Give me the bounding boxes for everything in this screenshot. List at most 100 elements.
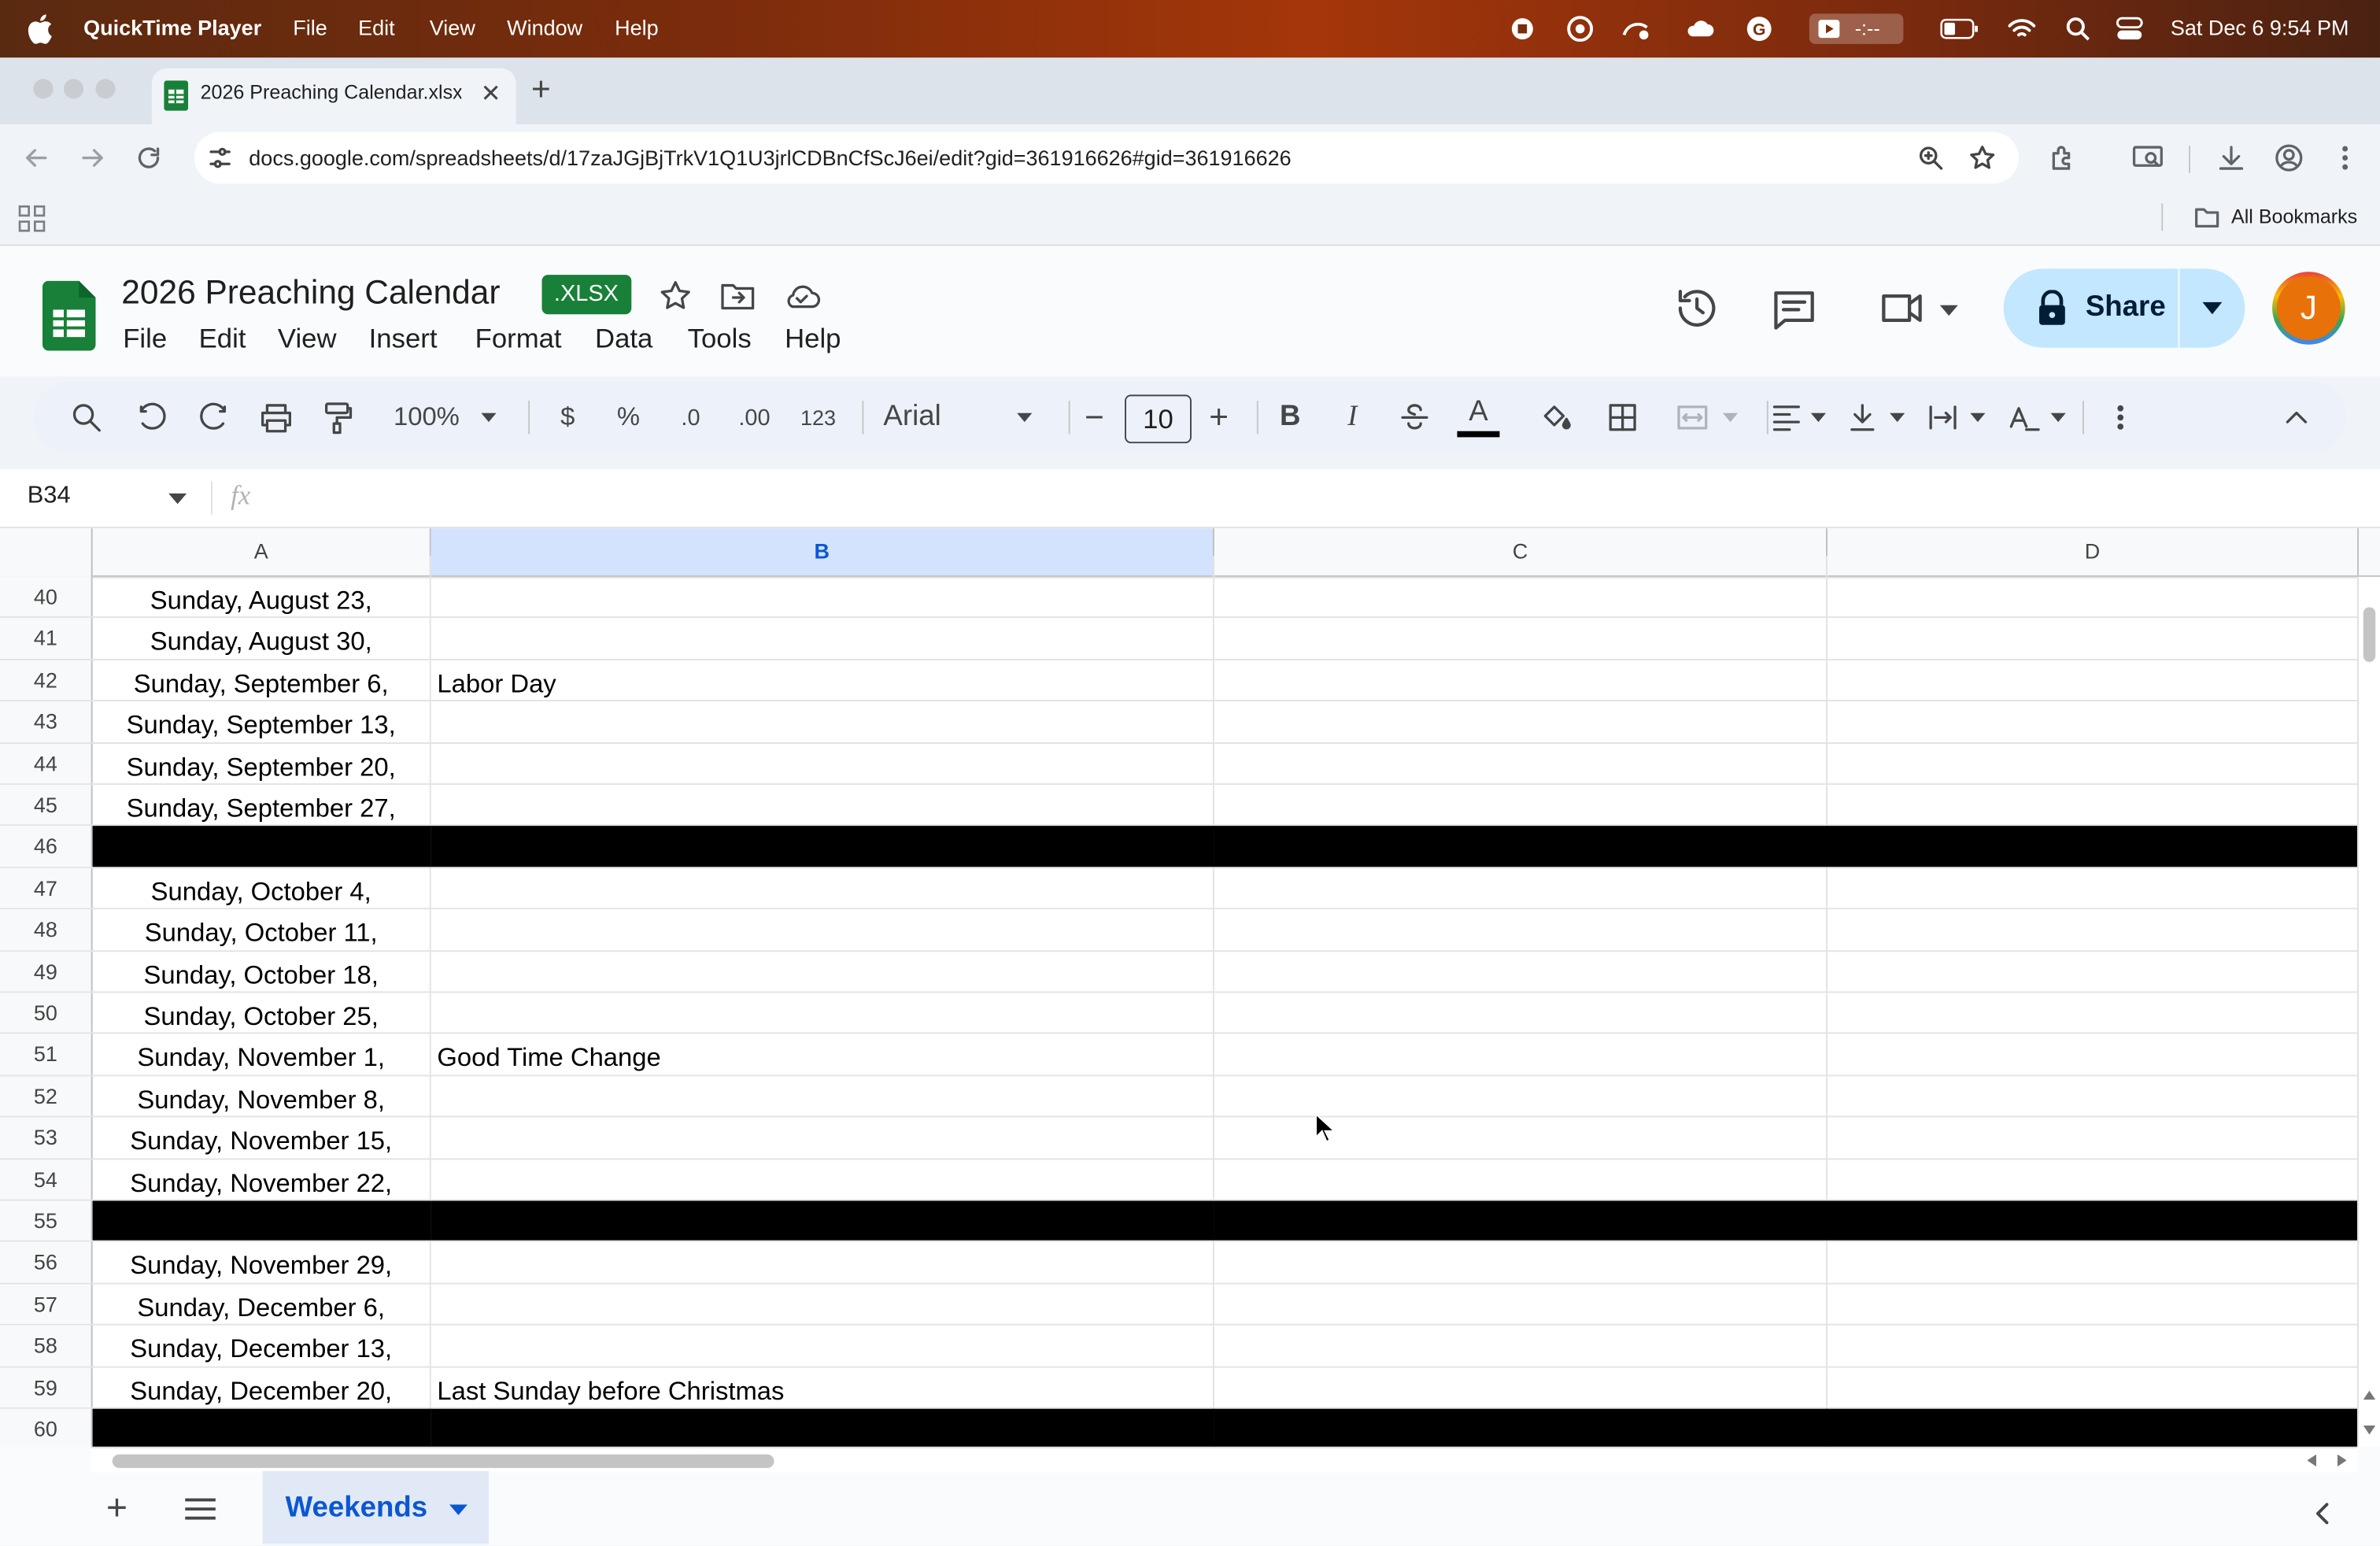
cell-d[interactable] xyxy=(1828,1160,2357,1200)
font-size-input[interactable]: 10 xyxy=(1125,394,1192,444)
cell-c[interactable] xyxy=(1214,1075,1828,1116)
back-icon[interactable] xyxy=(23,144,50,172)
cell-c[interactable] xyxy=(1214,867,1828,908)
cell-b[interactable] xyxy=(431,951,1214,992)
spotlight-icon[interactable] xyxy=(2063,13,2094,44)
row-number[interactable]: 40 xyxy=(0,576,93,617)
bold-button[interactable]: B xyxy=(1270,381,1310,454)
scroll-down-icon[interactable] xyxy=(2363,1425,2376,1435)
grammarly-icon[interactable]: G xyxy=(1744,13,1775,44)
text-rotation-icon[interactable] xyxy=(2001,381,2046,454)
version-history-icon[interactable] xyxy=(1674,286,1720,331)
sheet-tab-dropdown-icon[interactable] xyxy=(449,1504,468,1515)
formula-input[interactable] xyxy=(288,484,2352,515)
cell-c[interactable] xyxy=(1214,576,1828,617)
meet-dropdown-icon[interactable] xyxy=(1939,305,1958,317)
menu-data[interactable]: Data xyxy=(595,324,652,355)
cell-d[interactable] xyxy=(1827,826,2358,867)
all-bookmarks-link[interactable]: All Bookmarks xyxy=(2231,205,2357,227)
redo-icon[interactable] xyxy=(191,381,237,454)
row-number[interactable]: 47 xyxy=(0,867,93,908)
menubar-app-name[interactable]: QuickTime Player xyxy=(83,15,261,39)
apps-grid-icon[interactable] xyxy=(18,205,46,232)
cell-d[interactable] xyxy=(1828,1367,2357,1407)
wifi-icon[interactable] xyxy=(2007,13,2038,44)
download-icon[interactable] xyxy=(2216,142,2247,173)
cell-c[interactable] xyxy=(1214,1159,1828,1200)
window-close-button[interactable] xyxy=(33,79,54,99)
row-number[interactable]: 48 xyxy=(0,909,93,950)
decrease-font-size-button[interactable]: − xyxy=(1077,381,1111,454)
borders-icon[interactable] xyxy=(1600,381,1646,454)
cell-b[interactable] xyxy=(431,909,1214,950)
menu-insert[interactable]: Insert xyxy=(369,324,438,355)
menu-edit[interactable]: Edit xyxy=(199,324,246,355)
cell-a[interactable] xyxy=(93,555,431,577)
row-number[interactable] xyxy=(0,555,93,577)
cell-b[interactable] xyxy=(431,1242,1214,1283)
browser-tab-active[interactable]: 2026 Preaching Calendar.xlsx ✕ xyxy=(151,68,516,125)
cell-d[interactable] xyxy=(1828,1242,2357,1282)
horizontal-scrollbar-thumb[interactable] xyxy=(112,1454,774,1468)
profile-icon[interactable] xyxy=(2274,142,2304,173)
window-zoom-button[interactable] xyxy=(95,79,116,99)
text-color-button[interactable]: A xyxy=(1454,381,1503,454)
cell-a[interactable]: Sunday, November 29, xyxy=(93,1242,431,1283)
meet-icon[interactable] xyxy=(1879,288,1925,327)
cell-c[interactable] xyxy=(1214,1326,1828,1366)
cell-d[interactable] xyxy=(1828,1326,2357,1366)
wrap-dropdown-icon[interactable] xyxy=(1963,381,1994,454)
cell-b[interactable] xyxy=(431,576,1214,617)
cell-d[interactable] xyxy=(1827,1200,2358,1241)
cell-b[interactable] xyxy=(431,743,1214,784)
font-family-select[interactable]: Arial xyxy=(883,381,1020,454)
cloud-saved-icon[interactable] xyxy=(782,281,821,312)
merge-dropdown-icon[interactable] xyxy=(1715,381,1746,454)
cell-a[interactable]: Sunday, August 30, xyxy=(93,618,431,659)
row-number[interactable]: 43 xyxy=(0,701,93,742)
forward-icon[interactable] xyxy=(79,144,106,172)
window-minimize-button[interactable] xyxy=(63,79,84,99)
cell-a[interactable]: Sunday, October 11, xyxy=(93,909,431,950)
cell-d[interactable] xyxy=(1828,743,2357,783)
cell-d[interactable] xyxy=(1828,1076,2357,1116)
cell-b[interactable] xyxy=(431,867,1214,908)
cell-c[interactable] xyxy=(1214,1034,1828,1075)
currency-format-button[interactable]: $ xyxy=(546,381,589,454)
cell-c[interactable] xyxy=(1214,951,1828,992)
star-icon[interactable] xyxy=(659,279,692,313)
cell-b[interactable] xyxy=(431,555,1214,577)
cell-a[interactable]: Sunday, October 4, xyxy=(93,867,431,908)
row-number[interactable]: 46 xyxy=(0,826,93,867)
rotation-dropdown-icon[interactable] xyxy=(2043,381,2074,454)
reload-icon[interactable] xyxy=(135,144,163,172)
cell-c[interactable] xyxy=(1214,1117,1828,1158)
paint-format-icon[interactable] xyxy=(316,381,361,454)
screen-record-icon[interactable] xyxy=(1507,13,1538,44)
cell-b[interactable] xyxy=(431,1075,1214,1116)
cell-a[interactable]: Sunday, December 20, xyxy=(93,1367,431,1407)
scroll-left-icon[interactable] xyxy=(2307,1454,2316,1466)
percent-format-button[interactable]: % xyxy=(607,381,649,454)
text-wrapping-icon[interactable] xyxy=(1920,381,1966,454)
row-number[interactable]: 52 xyxy=(0,1075,93,1116)
cell-c[interactable] xyxy=(1214,785,1828,825)
battery-icon[interactable] xyxy=(1940,13,1979,44)
row-number[interactable]: 41 xyxy=(0,618,93,659)
vertical-scrollbar[interactable] xyxy=(2357,576,2380,1447)
comments-icon[interactable] xyxy=(1772,288,1817,331)
cell-b[interactable]: Last Sunday before Christmas xyxy=(431,1367,1214,1407)
control-center-icon[interactable] xyxy=(2114,13,2145,44)
row-number[interactable]: 54 xyxy=(0,1159,93,1200)
sheets-logo-icon[interactable] xyxy=(42,280,96,351)
cell-a[interactable]: Sunday, December 13, xyxy=(93,1326,431,1366)
cell-d[interactable] xyxy=(1828,785,2357,825)
cell-c[interactable] xyxy=(1214,1408,1828,1447)
halign-dropdown-icon[interactable] xyxy=(1803,381,1834,454)
cell-a[interactable]: Sunday, September 20, xyxy=(93,743,431,784)
fill-color-icon[interactable] xyxy=(1533,381,1579,454)
menu-format[interactable]: Format xyxy=(475,324,562,355)
tab-close-icon[interactable]: ✕ xyxy=(481,79,501,109)
add-sheet-icon[interactable]: + xyxy=(106,1488,128,1530)
valign-dropdown-icon[interactable] xyxy=(1882,381,1913,454)
